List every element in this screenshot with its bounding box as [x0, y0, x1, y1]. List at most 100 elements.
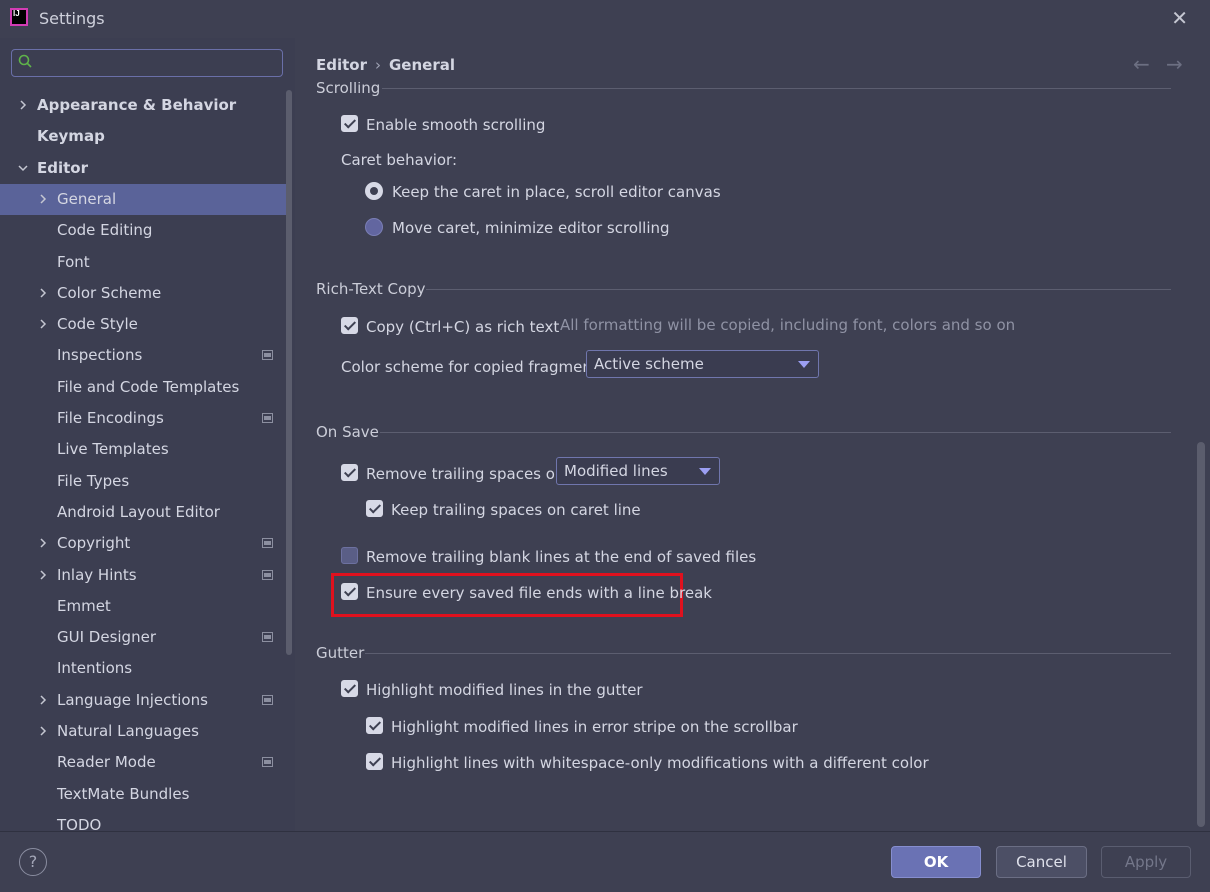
- sidebar-item-todo[interactable]: TODO: [0, 810, 286, 831]
- chevron-down-icon[interactable]: [17, 153, 29, 174]
- ensure-line-break-checkbox[interactable]: [341, 583, 358, 600]
- sidebar-item-file-encodings[interactable]: File Encodings: [0, 403, 286, 434]
- sidebar-item-label: TODO: [57, 816, 102, 831]
- caret-keep-radio[interactable]: [365, 182, 383, 200]
- sidebar-item-label: Intentions: [57, 659, 133, 677]
- intellij-app-icon: [10, 8, 28, 26]
- section-title-on-save: On Save: [316, 423, 379, 441]
- chevron-right-icon[interactable]: [37, 685, 49, 706]
- highlight-whitespace-checkbox[interactable]: [366, 753, 383, 770]
- sidebar-item-label: General: [57, 190, 117, 208]
- caret-move-label[interactable]: Move caret, minimize editor scrolling: [392, 219, 670, 237]
- sidebar-item-font[interactable]: Font: [0, 247, 286, 278]
- section-divider: [380, 432, 1171, 433]
- ensure-line-break-label[interactable]: Ensure every saved file ends with a line…: [366, 584, 712, 602]
- sidebar-item-inspections[interactable]: Inspections: [0, 340, 286, 371]
- copy-rich-text-checkbox[interactable]: [341, 317, 358, 334]
- sidebar-item-intentions[interactable]: Intentions: [0, 653, 286, 684]
- window-title: Settings: [39, 9, 105, 28]
- sidebar-item-code-editing[interactable]: Code Editing: [0, 215, 286, 246]
- back-arrow-icon[interactable]: ←: [1133, 52, 1150, 76]
- remove-trailing-spaces-checkbox[interactable]: [341, 464, 358, 481]
- caret-behavior-label: Caret behavior:: [341, 151, 458, 169]
- sidebar-item-emmet[interactable]: Emmet: [0, 591, 286, 622]
- sidebar-item-appearance-behavior[interactable]: Appearance & Behavior: [0, 90, 286, 121]
- content-scrollbar[interactable]: [1197, 442, 1205, 827]
- general-settings-panel: Scrolling Enable smooth scrolling Caret …: [295, 82, 1210, 831]
- apply-button[interactable]: Apply: [1101, 846, 1191, 878]
- sidebar-item-inlay-hints[interactable]: Inlay Hints: [0, 560, 286, 591]
- sidebar-scrollbar[interactable]: [286, 90, 292, 655]
- sidebar-item-editor[interactable]: Editor: [0, 153, 286, 184]
- highlight-gutter-checkbox[interactable]: [341, 680, 358, 697]
- sidebar-item-color-scheme[interactable]: Color Scheme: [0, 278, 286, 309]
- sidebar-item-language-injections[interactable]: Language Injections: [0, 685, 286, 716]
- trailing-spaces-dropdown[interactable]: Modified lines: [556, 457, 720, 485]
- sidebar-item-label: Live Templates: [57, 440, 169, 458]
- close-icon[interactable]: ✕: [1171, 6, 1188, 30]
- sidebar-item-label: File and Code Templates: [57, 378, 240, 396]
- sidebar-item-android-layout-editor[interactable]: Android Layout Editor: [0, 497, 286, 528]
- keep-trailing-spaces-label[interactable]: Keep trailing spaces on caret line: [391, 501, 641, 519]
- search-field[interactable]: [11, 49, 283, 77]
- chevron-right-icon[interactable]: [37, 278, 49, 299]
- help-icon[interactable]: ?: [19, 848, 47, 876]
- sidebar-item-textmate-bundles[interactable]: TextMate Bundles: [0, 779, 286, 810]
- sidebar-item-copyright[interactable]: Copyright: [0, 528, 286, 559]
- forward-arrow-icon[interactable]: →: [1166, 52, 1183, 76]
- keep-trailing-spaces-checkbox[interactable]: [366, 500, 383, 517]
- chevron-right-icon[interactable]: [37, 560, 49, 581]
- sidebar-item-label: Keymap: [37, 127, 105, 145]
- color-scheme-copied-label: Color scheme for copied fragment:: [341, 358, 603, 376]
- ok-button[interactable]: OK: [891, 846, 981, 878]
- settings-sidebar: Appearance & Behavior Keymap Editor General…: [0, 38, 295, 831]
- project-level-icon: [262, 757, 273, 767]
- sidebar-item-label: Color Scheme: [57, 284, 162, 302]
- remove-blank-lines-label[interactable]: Remove trailing blank lines at the end o…: [366, 548, 756, 566]
- sidebar-item-code-style[interactable]: Code Style: [0, 309, 286, 340]
- section-divider: [365, 653, 1171, 654]
- chevron-right-icon[interactable]: [37, 309, 49, 330]
- sidebar-item-label: Emmet: [57, 597, 111, 615]
- sidebar-item-label: Natural Languages: [57, 722, 199, 740]
- cancel-button[interactable]: Cancel: [996, 846, 1087, 878]
- chevron-right-icon[interactable]: [37, 184, 49, 205]
- remove-blank-lines-checkbox[interactable]: [341, 547, 358, 564]
- sidebar-item-label: Code Style: [57, 315, 138, 333]
- chevron-right-icon[interactable]: [37, 716, 49, 737]
- project-level-icon: [262, 695, 273, 705]
- highlight-whitespace-label[interactable]: Highlight lines with whitespace-only mod…: [391, 754, 929, 772]
- sidebar-item-keymap[interactable]: Keymap: [0, 121, 286, 152]
- sidebar-item-label: GUI Designer: [57, 628, 156, 646]
- chevron-down-icon: [699, 468, 711, 475]
- caret-keep-label[interactable]: Keep the caret in place, scroll editor c…: [392, 183, 721, 201]
- chevron-right-icon[interactable]: [37, 528, 49, 549]
- highlight-gutter-label[interactable]: Highlight modified lines in the gutter: [366, 681, 643, 699]
- sidebar-item-gui-designer[interactable]: GUI Designer: [0, 622, 286, 653]
- sidebar-item-label: Font: [57, 253, 90, 271]
- breadcrumb-parent[interactable]: Editor: [316, 56, 367, 74]
- chevron-right-icon[interactable]: [17, 90, 29, 111]
- color-scheme-dropdown[interactable]: Active scheme: [586, 350, 819, 378]
- project-level-icon: [262, 538, 273, 548]
- sidebar-item-label: Inlay Hints: [57, 566, 137, 584]
- highlight-error-stripe-label[interactable]: Highlight modified lines in error stripe…: [391, 718, 798, 736]
- caret-move-radio[interactable]: [365, 218, 383, 236]
- search-input[interactable]: [46, 53, 280, 75]
- sidebar-item-live-templates[interactable]: Live Templates: [0, 434, 286, 465]
- smooth-scrolling-checkbox[interactable]: [341, 115, 358, 132]
- sidebar-item-label: Editor: [37, 159, 88, 177]
- highlight-error-stripe-checkbox[interactable]: [366, 717, 383, 734]
- chevron-down-icon: [798, 361, 810, 368]
- sidebar-item-natural-languages[interactable]: Natural Languages: [0, 716, 286, 747]
- sidebar-item-file-and-code-templates[interactable]: File and Code Templates: [0, 372, 286, 403]
- sidebar-item-reader-mode[interactable]: Reader Mode: [0, 747, 286, 778]
- sidebar-item-file-types[interactable]: File Types: [0, 466, 286, 497]
- sidebar-item-label: Inspections: [57, 346, 143, 364]
- sidebar-item-general[interactable]: General: [0, 184, 286, 215]
- sidebar-item-label: File Types: [57, 472, 130, 490]
- copy-rich-text-label[interactable]: Copy (Ctrl+C) as rich text: [366, 318, 559, 336]
- sidebar-item-label: Copyright: [57, 534, 131, 552]
- remove-trailing-spaces-label[interactable]: Remove trailing spaces on:: [366, 465, 570, 483]
- smooth-scrolling-label[interactable]: Enable smooth scrolling: [366, 116, 545, 134]
